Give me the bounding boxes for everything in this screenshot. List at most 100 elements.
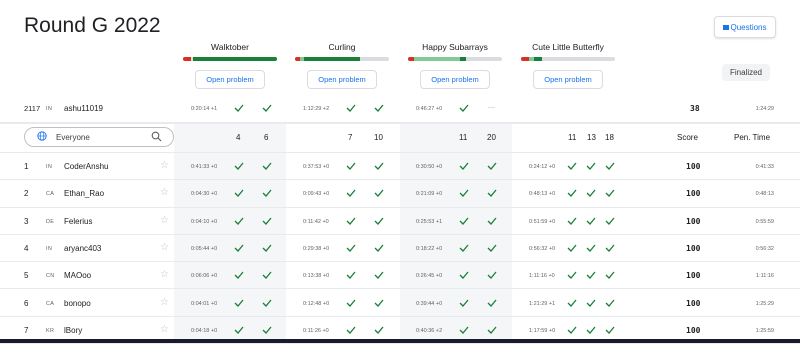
solve-time: 0:24:12 +0 <box>529 164 556 170</box>
check-icon <box>374 162 384 170</box>
star-icon[interactable]: ☆ <box>160 215 169 226</box>
col-header: 4 <box>236 133 241 142</box>
problem-happy-subarrays: Happy Subarrays Open problem <box>408 42 502 89</box>
check-icon <box>234 326 244 334</box>
solve-time: 0:04:10 +0 <box>191 218 218 225</box>
rank: 2 <box>24 189 29 199</box>
username-link[interactable]: bonopo <box>64 299 91 308</box>
open-problem-button[interactable]: Open problem <box>420 70 490 89</box>
check-icon <box>567 244 577 252</box>
check-icon <box>374 189 384 198</box>
check-icon <box>605 326 615 334</box>
open-problem-button[interactable]: Open problem <box>195 70 265 89</box>
username-link[interactable]: Ethan_Rao <box>64 189 104 198</box>
check-icon <box>346 299 356 307</box>
rank: 6 <box>24 298 29 308</box>
star-icon[interactable]: ☆ <box>160 160 169 171</box>
check-icon <box>487 244 497 252</box>
open-problem-button[interactable]: Open problem <box>307 70 377 89</box>
unsolved-dash: — <box>488 104 495 111</box>
rank: 1 <box>24 162 29 171</box>
search-icon[interactable] <box>151 131 162 142</box>
star-icon[interactable]: ☆ <box>160 242 169 253</box>
solve-time: 0:39:44 +0 <box>416 300 443 307</box>
check-icon <box>567 326 577 334</box>
check-icon <box>605 244 615 252</box>
solve-time: 0:26:45 +0 <box>416 273 443 280</box>
solve-time: 0:12:48 +0 <box>303 300 330 307</box>
country-code: CN <box>46 273 55 280</box>
star-icon[interactable]: ☆ <box>160 297 169 308</box>
check-icon <box>586 326 596 334</box>
solve-time: 0:29:38 +0 <box>303 245 330 252</box>
problem-cute-little-butterfly: Cute Little Butterfly Open problem <box>521 42 615 89</box>
score-header: Score <box>677 133 698 142</box>
check-icon <box>459 326 469 334</box>
my-pen-time: 1:24:29 <box>755 106 774 112</box>
globe-icon <box>37 131 47 141</box>
solve-time: 0:41:33 +0 <box>191 164 218 170</box>
check-icon <box>346 217 356 225</box>
check-icon <box>374 326 384 334</box>
username-link[interactable]: Felerius <box>64 217 92 226</box>
username-link[interactable]: lBory <box>64 326 82 335</box>
divider <box>0 122 800 124</box>
solve-time: 0:48:13 +0 <box>529 191 556 198</box>
username-link[interactable]: MAOoo <box>64 271 91 280</box>
country-code: IN <box>46 245 53 252</box>
check-icon <box>346 189 356 198</box>
my-rank: 2117 <box>24 104 41 113</box>
check-icon <box>586 162 596 170</box>
check-icon <box>487 162 497 170</box>
filter-label: Everyone <box>56 133 90 142</box>
check-icon <box>234 162 244 170</box>
pen-time: 1:25:59 <box>755 327 774 334</box>
solve-time: 0:04:18 +0 <box>191 327 218 334</box>
col-header: 13 <box>587 133 596 142</box>
star-icon[interactable]: ☆ <box>160 324 169 335</box>
problem-walktober: Walktober Open problem <box>183 42 277 89</box>
col-header: 10 <box>374 133 383 142</box>
problem-curling: Curling Open problem <box>295 42 389 89</box>
solve-time: 0:13:38 +0 <box>303 273 330 280</box>
solve-time: 0:46:27 +0 <box>416 106 443 112</box>
check-icon <box>487 271 497 280</box>
problem-progress-bar <box>183 57 277 61</box>
solve-time: 0:11:42 +0 <box>303 218 329 225</box>
check-icon <box>374 104 384 112</box>
pen-time: 0:48:13 <box>755 191 774 198</box>
check-icon <box>346 326 356 334</box>
solve-time: 0:04:01 +0 <box>191 300 218 307</box>
score: 100 <box>686 271 701 281</box>
check-icon <box>234 244 244 252</box>
my-username[interactable]: ashu11019 <box>64 104 103 113</box>
solve-time: 0:05:44 +0 <box>191 245 218 252</box>
check-icon <box>262 244 272 252</box>
check-icon <box>459 244 469 252</box>
filter-search-box[interactable]: Everyone <box>24 127 174 147</box>
questions-button[interactable]: Questions <box>714 16 776 38</box>
page-title: Round G 2022 <box>24 14 161 37</box>
star-icon[interactable]: ☆ <box>160 269 169 280</box>
open-problem-button[interactable]: Open problem <box>533 70 603 89</box>
bottom-edge <box>0 339 800 343</box>
problem-name: Curling <box>328 42 356 52</box>
col-header: 11 <box>459 133 468 142</box>
rank: 3 <box>24 216 29 226</box>
my-rank-row: 2117 IN ashu11019 0:20:14 +1 1:12:29 +2 … <box>0 101 800 117</box>
username-link[interactable]: aryanc403 <box>64 244 101 253</box>
username-link[interactable]: CoderAnshu <box>64 162 108 171</box>
check-icon <box>262 189 272 198</box>
col-header: 18 <box>605 133 614 142</box>
check-icon <box>459 271 469 280</box>
check-icon <box>234 271 244 280</box>
score: 100 <box>686 162 701 171</box>
rank: 4 <box>24 243 29 253</box>
check-icon <box>374 271 384 280</box>
check-icon <box>567 271 577 280</box>
problem-name: Cute Little Butterfly <box>532 42 604 52</box>
check-icon <box>346 104 356 112</box>
solve-time: 0:11:26 +0 <box>303 327 329 334</box>
table-row: 3 DE Felerius ☆ 0:04:10 +0 0:11:42 +0 0:25:53 … <box>0 208 800 235</box>
star-icon[interactable]: ☆ <box>160 187 169 198</box>
